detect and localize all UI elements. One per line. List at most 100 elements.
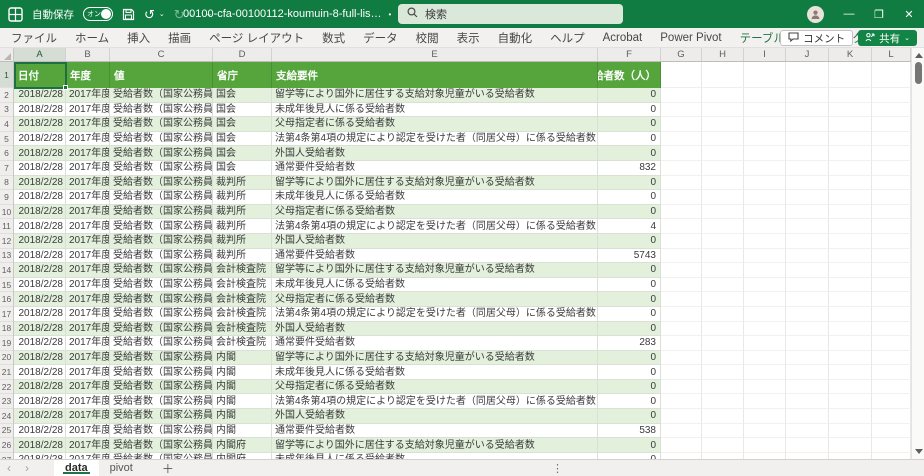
cell[interactable]: 0 (598, 321, 661, 337)
row-header-21[interactable]: 21 (0, 365, 13, 380)
row-header-14[interactable]: 14 (0, 263, 13, 278)
cell[interactable]: 2018/2/28 (14, 263, 66, 278)
header-row-empty-cell[interactable] (702, 62, 744, 88)
cell-empty[interactable] (786, 292, 829, 307)
cell-empty[interactable] (702, 102, 744, 118)
cell-empty[interactable] (872, 365, 911, 380)
cell[interactable]: 0 (598, 306, 661, 322)
select-all-button[interactable] (0, 48, 14, 61)
cell-empty[interactable] (786, 306, 829, 322)
cell-empty[interactable] (786, 438, 829, 453)
cell[interactable]: 通常要件受給者数 (272, 336, 598, 351)
cell-empty[interactable] (702, 438, 744, 453)
cell-empty[interactable] (744, 438, 786, 453)
cell-empty[interactable] (829, 438, 872, 453)
ribbon-tab-13[interactable]: Power Pivot (651, 32, 730, 44)
cell[interactable]: 2018/2/28 (14, 219, 66, 234)
cell[interactable]: 0 (598, 438, 661, 453)
cell-empty[interactable] (661, 277, 702, 293)
cell[interactable]: 2017年度 (66, 394, 110, 410)
cell[interactable]: 2017年度 (66, 350, 110, 366)
cell-empty[interactable] (872, 190, 911, 205)
cell[interactable]: 受給者数（国家公務員分） (110, 379, 213, 395)
cell-empty[interactable] (872, 233, 911, 249)
cell-empty[interactable] (786, 263, 829, 278)
cell-empty[interactable] (661, 131, 702, 147)
row-header-25[interactable]: 25 (0, 424, 13, 439)
ribbon-tab-1[interactable]: ファイル (2, 30, 66, 46)
cell[interactable]: 0 (598, 379, 661, 395)
row-header-18[interactable]: 18 (0, 322, 13, 337)
cell-empty[interactable] (744, 306, 786, 322)
cell[interactable]: 0 (598, 365, 661, 380)
cell-empty[interactable] (872, 175, 911, 191)
cell[interactable]: 裁判所 (213, 204, 272, 220)
cell[interactable]: 2018/2/28 (14, 160, 66, 176)
cell[interactable]: 受給者数（国家公務員分） (110, 102, 213, 118)
cell-empty[interactable] (702, 263, 744, 278)
undo-chevron-icon[interactable]: ⌄ (159, 11, 165, 18)
cell[interactable]: 父母指定者に係る受給者数 (272, 292, 598, 307)
cell[interactable]: 2017年度 (66, 102, 110, 118)
cell-empty[interactable] (661, 306, 702, 322)
cell[interactable]: 2018/2/28 (14, 102, 66, 118)
cell[interactable]: 0 (598, 292, 661, 307)
cell-empty[interactable] (744, 277, 786, 293)
ribbon-tab-12[interactable]: Acrobat (594, 32, 652, 44)
undo-icon[interactable]: ↺ (144, 8, 155, 21)
cell[interactable]: 通常要件受給者数 (272, 248, 598, 264)
cell-empty[interactable] (744, 190, 786, 205)
cell-empty[interactable] (786, 204, 829, 220)
cell[interactable]: 受給者数（国家公務員分） (110, 190, 213, 205)
ribbon-tab-7[interactable]: データ (354, 30, 407, 46)
cell-empty[interactable] (829, 306, 872, 322)
sheet-nav-next-icon[interactable]: › (18, 461, 36, 475)
row-header-8[interactable]: 8 (0, 176, 13, 191)
cell-empty[interactable] (661, 204, 702, 220)
column-header-H[interactable]: H (702, 48, 744, 61)
cell-empty[interactable] (661, 175, 702, 191)
cell[interactable]: 留学等により国外に居住する支給対象児童がいる受給者数 (272, 438, 598, 453)
cell-empty[interactable] (786, 219, 829, 234)
sheet-nav-prev-icon[interactable]: ‹ (0, 461, 18, 475)
cell-empty[interactable] (786, 365, 829, 380)
cell-empty[interactable] (744, 321, 786, 337)
cell[interactable]: 受給者数（国家公務員分） (110, 292, 213, 307)
column-header-J[interactable]: J (786, 48, 829, 61)
cell[interactable]: 通常要件受給者数 (272, 423, 598, 439)
cell-empty[interactable] (744, 146, 786, 161)
row-header-2[interactable]: 2 (0, 88, 13, 103)
autosave-toggle[interactable]: オン (83, 7, 113, 21)
header-row-empty-cell[interactable] (786, 62, 829, 88)
cell-empty[interactable] (829, 248, 872, 264)
cell[interactable]: 受給者数（国家公務員分） (110, 394, 213, 410)
cell[interactable]: 受給者数（国家公務員分） (110, 175, 213, 191)
cell-empty[interactable] (661, 321, 702, 337)
cell[interactable]: 283 (598, 336, 661, 351)
cell-empty[interactable] (829, 102, 872, 118)
column-header-B[interactable]: B (66, 48, 110, 61)
column-header-C[interactable]: C (110, 48, 213, 61)
cell[interactable]: 2017年度 (66, 117, 110, 132)
cell-empty[interactable] (702, 190, 744, 205)
cell-empty[interactable] (702, 131, 744, 147)
cell[interactable]: 裁判所 (213, 248, 272, 264)
header-row-empty-cell[interactable] (872, 62, 911, 88)
row-header-10[interactable]: 10 (0, 205, 13, 220)
cell-empty[interactable] (702, 277, 744, 293)
cell[interactable]: 2017年度 (66, 409, 110, 424)
cell[interactable]: 2017年度 (66, 204, 110, 220)
cell[interactable]: 会計検査院 (213, 336, 272, 351)
cell-empty[interactable] (829, 204, 872, 220)
cell-empty[interactable] (661, 219, 702, 234)
minimize-button[interactable]: — (834, 0, 864, 28)
cell[interactable]: 受給者数（国家公務員分） (110, 350, 213, 366)
cell-empty[interactable] (744, 365, 786, 380)
cell[interactable]: 0 (598, 190, 661, 205)
cell-empty[interactable] (829, 190, 872, 205)
cell-empty[interactable] (829, 131, 872, 147)
cell-empty[interactable] (702, 365, 744, 380)
cell[interactable]: 2018/2/28 (14, 350, 66, 366)
column-header-G[interactable]: G (661, 48, 702, 61)
cell[interactable]: 国会 (213, 88, 272, 103)
